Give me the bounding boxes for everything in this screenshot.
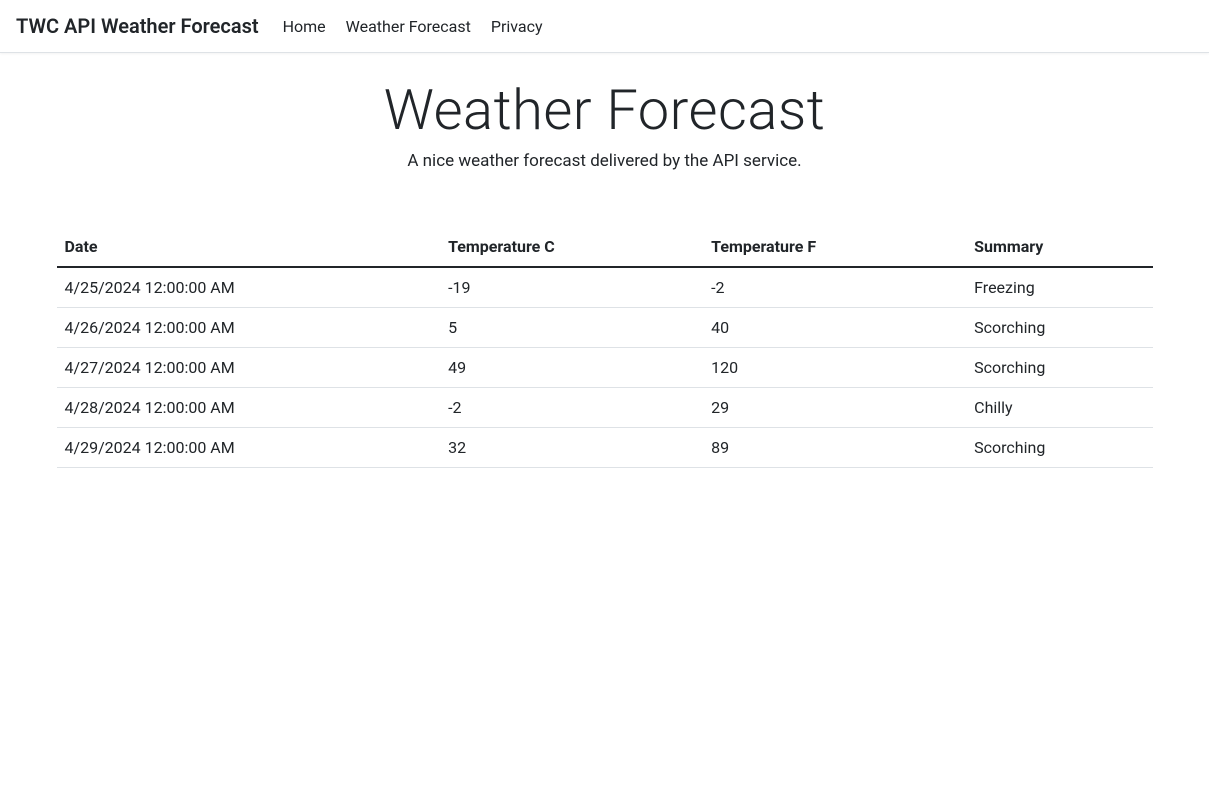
cell-date: 4/26/2024 12:00:00 AM [57,308,441,348]
cell-summary: Chilly [966,388,1152,428]
cell-temp-f: -2 [703,267,966,308]
nav-link-privacy[interactable]: Privacy [483,9,551,44]
table-row: 4/25/2024 12:00:00 AM -19 -2 Freezing [57,267,1153,308]
cell-temp-f: 120 [703,348,966,388]
cell-date: 4/25/2024 12:00:00 AM [57,267,441,308]
table-row: 4/27/2024 12:00:00 AM 49 120 Scorching [57,348,1153,388]
table-row: 4/28/2024 12:00:00 AM -2 29 Chilly [57,388,1153,428]
table-header-row: Date Temperature C Temperature F Summary [57,227,1153,267]
cell-date: 4/29/2024 12:00:00 AM [57,428,441,468]
cell-date: 4/27/2024 12:00:00 AM [57,348,441,388]
table-row: 4/26/2024 12:00:00 AM 5 40 Scorching [57,308,1153,348]
cell-summary: Scorching [966,348,1152,388]
page-subtitle: A nice weather forecast delivered by the… [57,151,1153,171]
cell-date: 4/28/2024 12:00:00 AM [57,388,441,428]
cell-temp-c: -19 [440,267,703,308]
cell-temp-f: 40 [703,308,966,348]
forecast-table: Date Temperature C Temperature F Summary… [57,227,1153,468]
cell-temp-f: 89 [703,428,966,468]
col-header-date: Date [57,227,441,267]
nav-link-home[interactable]: Home [275,9,334,44]
cell-temp-c: -2 [440,388,703,428]
navbar: TWC API Weather Forecast Home Weather Fo… [0,0,1209,53]
main-container: Weather Forecast A nice weather forecast… [45,77,1165,468]
cell-temp-c: 49 [440,348,703,388]
table-row: 4/29/2024 12:00:00 AM 32 89 Scorching [57,428,1153,468]
col-header-temp-c: Temperature C [440,227,703,267]
cell-temp-f: 29 [703,388,966,428]
cell-summary: Scorching [966,308,1152,348]
nav-link-weather-forecast[interactable]: Weather Forecast [338,9,479,44]
brand-link[interactable]: TWC API Weather Forecast [16,8,259,44]
col-header-summary: Summary [966,227,1152,267]
page-title: Weather Forecast [57,77,1153,143]
cell-summary: Scorching [966,428,1152,468]
col-header-temp-f: Temperature F [703,227,966,267]
cell-summary: Freezing [966,267,1152,308]
cell-temp-c: 5 [440,308,703,348]
cell-temp-c: 32 [440,428,703,468]
